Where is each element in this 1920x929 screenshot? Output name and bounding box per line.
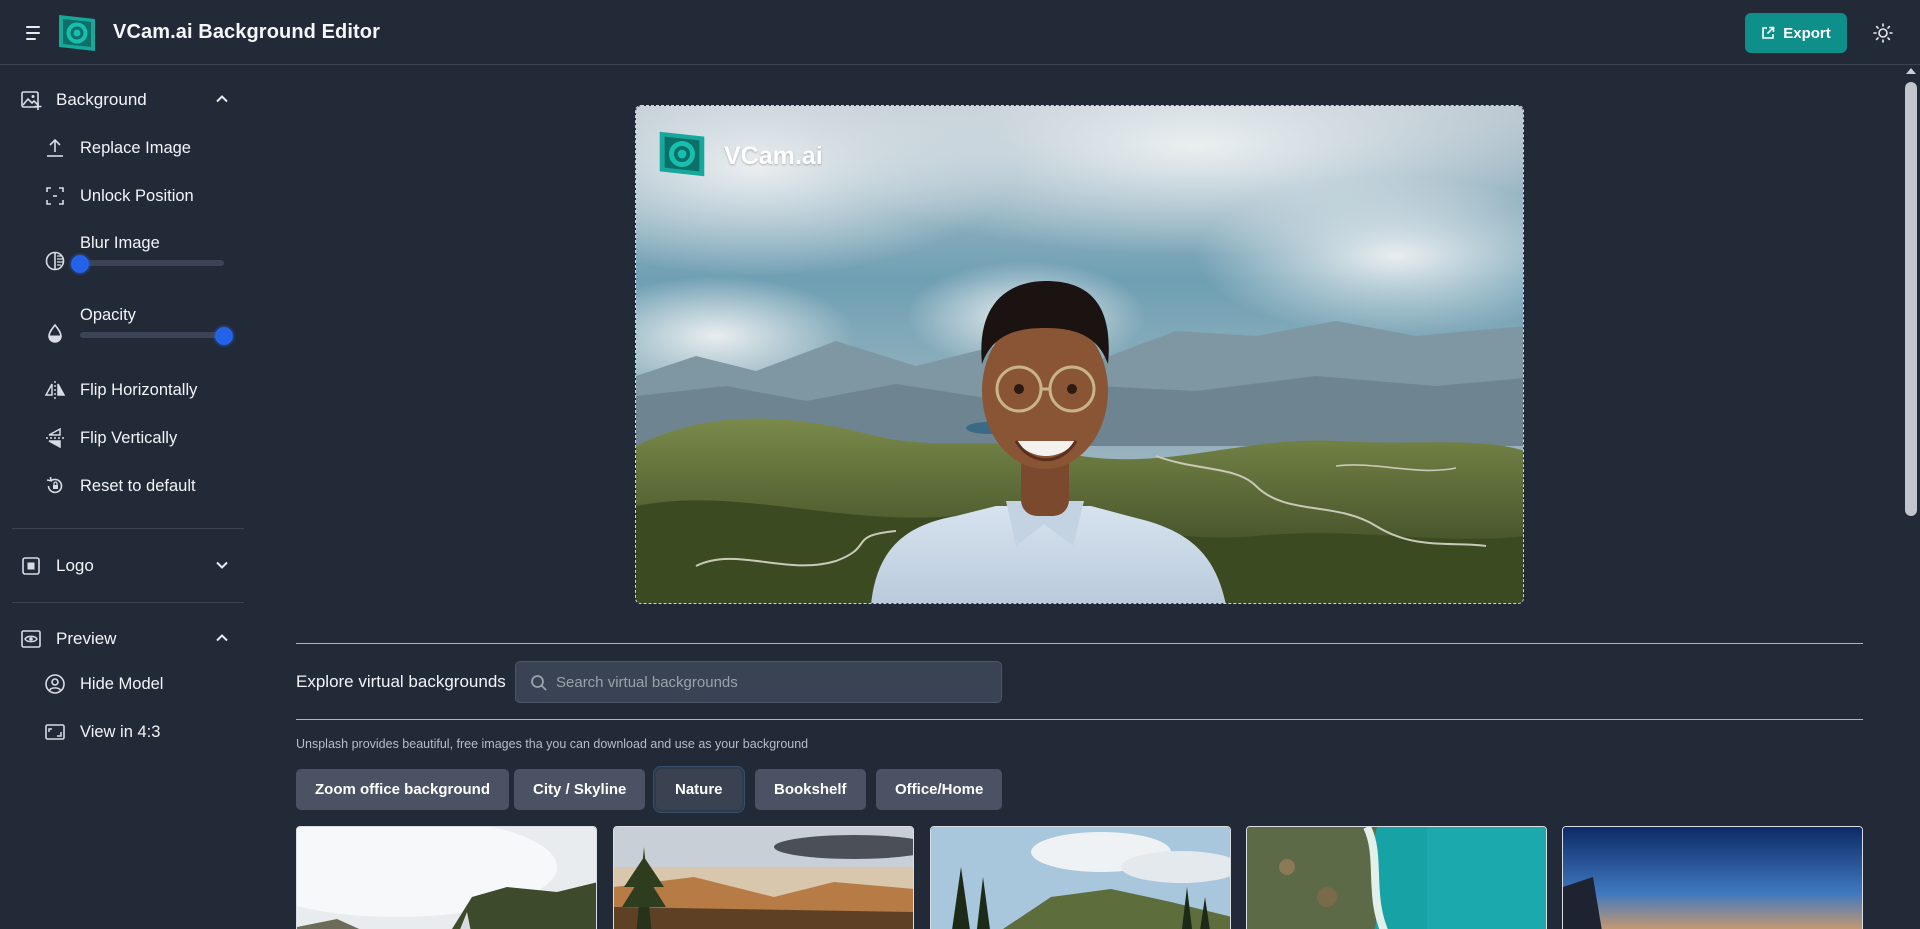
category-chip-nature[interactable]: Nature xyxy=(656,769,742,810)
blur-image-label: Blur Image xyxy=(80,234,160,253)
thumbnail-image xyxy=(931,827,1231,929)
sidebar-divider xyxy=(12,528,244,529)
section-preview-header[interactable]: Preview xyxy=(12,621,244,655)
blur-image-control: Blur Image xyxy=(40,234,250,290)
opacity-control: Opacity xyxy=(40,306,250,362)
flip-vertically-button[interactable]: Flip Vertically xyxy=(40,422,250,454)
opacity-slider[interactable] xyxy=(80,332,224,338)
unsplash-note: Unsplash provides beautiful, free images… xyxy=(296,737,808,751)
app-header: VCam.ai Background Editor Export xyxy=(0,0,1920,65)
thumbnail-image xyxy=(297,827,597,929)
app-title: VCam.ai Background Editor xyxy=(113,21,380,44)
blur-icon xyxy=(44,250,66,272)
thumbnail-image xyxy=(1563,827,1863,929)
vcam-logo xyxy=(56,12,98,54)
view-4-3-label: View in 4:3 xyxy=(80,723,160,742)
reset-to-default-label: Reset to default xyxy=(80,477,196,496)
canvas-logo-icon xyxy=(656,128,708,180)
thumbnail-image xyxy=(614,827,914,929)
category-chip-city-skyline[interactable]: City / Skyline xyxy=(514,769,645,810)
background-thumbnail[interactable] xyxy=(1562,826,1863,929)
reset-to-default-button[interactable]: Reset to default xyxy=(40,470,250,502)
section-background-label: Background xyxy=(56,90,147,110)
unlock-position-label: Unlock Position xyxy=(80,187,194,206)
preview-eye-icon xyxy=(20,628,42,650)
user-circle-icon xyxy=(44,673,66,695)
blur-slider[interactable] xyxy=(80,260,224,266)
aspect-ratio-icon xyxy=(44,721,66,743)
opacity-slider-thumb[interactable] xyxy=(215,327,233,345)
section-background-header[interactable]: Background xyxy=(12,82,244,116)
upload-icon xyxy=(44,137,66,159)
external-link-icon xyxy=(1761,26,1775,40)
hide-model-label: Hide Model xyxy=(80,675,163,694)
hide-model-button[interactable]: Hide Model xyxy=(40,668,250,700)
opacity-label: Opacity xyxy=(80,306,136,325)
section-logo-label: Logo xyxy=(56,556,94,576)
explore-top-divider xyxy=(296,643,1863,644)
logo-square-icon xyxy=(20,555,42,577)
flip-vertically-label: Flip Vertically xyxy=(80,429,177,448)
chevron-up-icon xyxy=(214,91,230,107)
blur-slider-thumb[interactable] xyxy=(71,255,89,273)
section-logo-header[interactable]: Logo xyxy=(12,548,244,582)
canvas-logo-text: VCam.ai xyxy=(724,142,823,171)
flip-horizontally-label: Flip Horizontally xyxy=(80,381,197,400)
flip-horizontally-button[interactable]: Flip Horizontally xyxy=(40,374,250,406)
explore-bottom-divider xyxy=(296,719,1863,720)
export-label: Export xyxy=(1783,25,1831,42)
section-preview-label: Preview xyxy=(56,629,116,649)
search-input[interactable] xyxy=(556,662,986,702)
flip-horizontal-icon xyxy=(44,379,66,401)
image-add-icon xyxy=(20,89,42,111)
background-thumbnail[interactable] xyxy=(930,826,1231,929)
opacity-drop-icon xyxy=(44,322,66,344)
background-thumbnail[interactable] xyxy=(296,826,597,929)
unlock-position-icon xyxy=(44,185,66,207)
category-chip-bookshelf[interactable]: Bookshelf xyxy=(755,769,866,810)
view-4-3-button[interactable]: View in 4:3 xyxy=(40,716,250,748)
flip-vertical-icon xyxy=(44,427,66,449)
scrollbar-thumb[interactable] xyxy=(1905,82,1917,516)
category-chip-zoom-office[interactable]: Zoom office background xyxy=(296,769,509,810)
replace-image-label: Replace Image xyxy=(80,139,191,158)
category-chip-office-home[interactable]: Office/Home xyxy=(876,769,1002,810)
background-thumbnail[interactable] xyxy=(613,826,914,929)
export-button[interactable]: Export xyxy=(1745,13,1847,53)
reset-icon xyxy=(44,475,66,497)
explore-label: Explore virtual backgrounds xyxy=(296,672,506,692)
unlock-position-button[interactable]: Unlock Position xyxy=(40,180,250,212)
scroll-up-arrow[interactable] xyxy=(1906,68,1916,74)
search-icon xyxy=(530,674,548,692)
search-box[interactable] xyxy=(515,661,1002,703)
sidebar-divider xyxy=(12,602,244,603)
chevron-up-icon xyxy=(214,630,230,646)
menu-icon[interactable] xyxy=(22,22,44,44)
background-preview-canvas[interactable]: VCam.ai xyxy=(635,105,1524,604)
background-image xyxy=(636,106,1524,604)
chevron-down-icon xyxy=(214,557,230,573)
background-thumbnail[interactable] xyxy=(1246,826,1547,929)
thumbnail-image xyxy=(1247,827,1547,929)
replace-image-button[interactable]: Replace Image xyxy=(40,132,250,164)
sun-icon[interactable] xyxy=(1872,22,1894,44)
sidebar: Background Replace Image Unlock Position… xyxy=(0,66,256,929)
